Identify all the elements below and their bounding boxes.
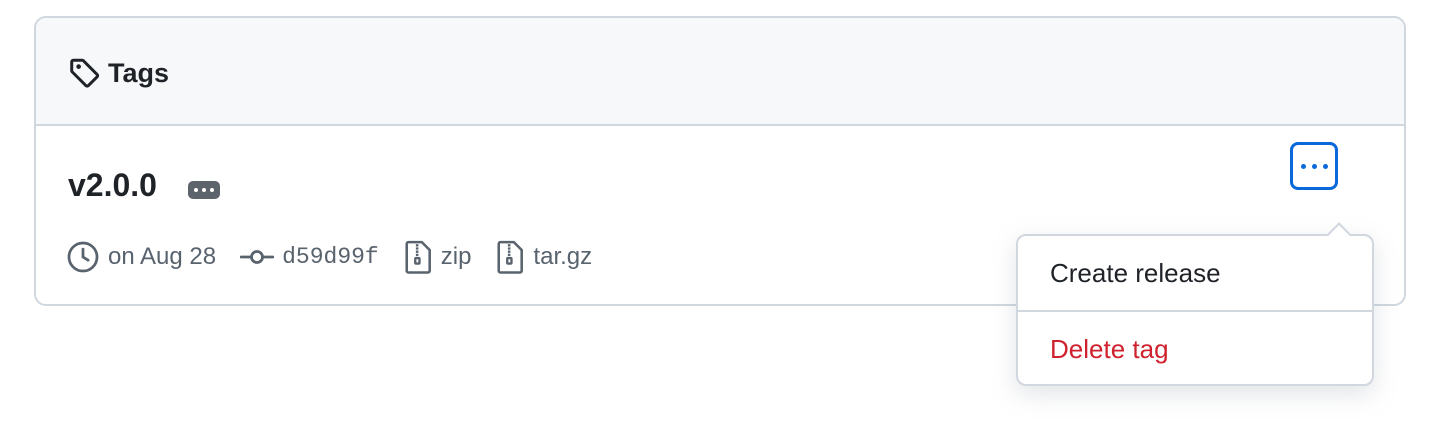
tag-meta: on Aug 28 d59d99f zip tar.gz — [66, 238, 616, 276]
dot — [1322, 163, 1328, 169]
targz-label: tar.gz — [533, 243, 593, 270]
tags-header: Tags — [36, 18, 1404, 126]
more-options-button[interactable] — [1290, 142, 1338, 190]
file-zip-icon — [405, 240, 431, 274]
commit-sha: d59d99f — [282, 244, 379, 270]
dot — [202, 188, 206, 192]
file-zip-icon — [497, 240, 524, 274]
tag-message-toggle[interactable] — [188, 181, 220, 199]
git-commit-icon — [240, 250, 275, 264]
tag-icon — [70, 58, 100, 88]
tag-date: on Aug 28 — [66, 240, 216, 274]
page-title: Tags — [108, 58, 170, 88]
clock-icon — [67, 241, 99, 273]
dot — [1311, 163, 1317, 169]
download-targz-link[interactable]: tar.gz — [495, 240, 592, 274]
tag-actions-menu: Create release Delete tag — [1016, 234, 1374, 386]
delete-tag-menu-item[interactable]: Delete tag — [1018, 312, 1372, 386]
create-release-menu-item[interactable]: Create release — [1018, 236, 1372, 310]
zip-label: zip — [440, 243, 472, 270]
commit-link[interactable]: d59d99f — [240, 240, 379, 274]
tag-date-text: on Aug 28 — [108, 243, 217, 270]
dot — [194, 188, 198, 192]
tag-name-link[interactable]: v2.0.0 — [68, 166, 157, 204]
download-zip-link[interactable]: zip — [403, 240, 472, 274]
dot — [210, 188, 214, 192]
dot — [1300, 163, 1306, 169]
